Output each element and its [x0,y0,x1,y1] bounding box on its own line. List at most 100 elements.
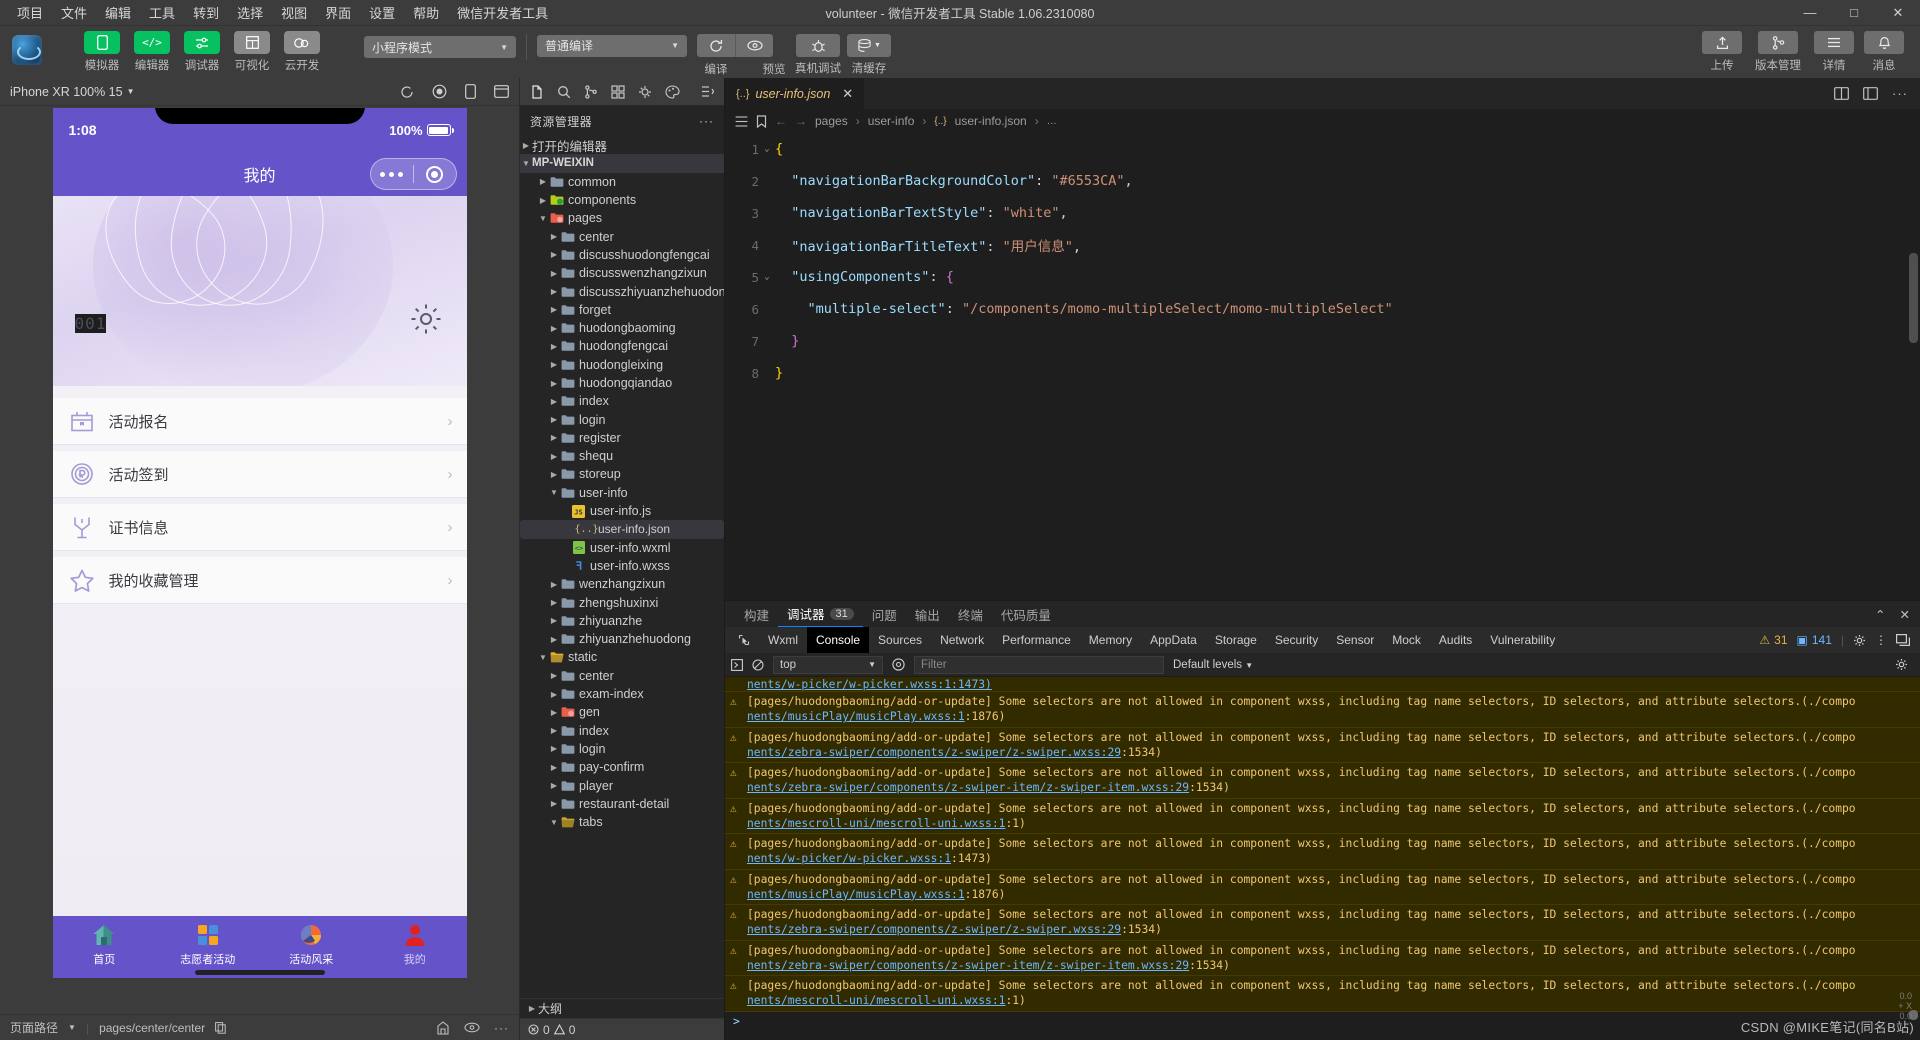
console-log-link[interactable]: nents/musicPlay/musicPlay.wxss:1 [747,888,965,901]
mode-select[interactable]: 小程序模式 ▼ [364,36,516,58]
console-log-link[interactable]: nents/zebra-swiper/components/z-swiper-i… [747,781,1189,794]
search-icon[interactable] [557,85,571,99]
outline-toggle-icon[interactable] [735,115,748,127]
tree-item-user-info.json[interactable]: {..} user-info.json [520,520,724,539]
inspector-tab-performance[interactable]: Performance [993,627,1080,653]
messages-button[interactable]: 消息 [1862,31,1906,73]
tab-volunteer-activity[interactable]: 志愿者活动 [156,923,260,967]
tree-item-login[interactable]: ▶ login [520,410,724,428]
source-control-icon[interactable] [584,84,598,99]
tree-open-editors[interactable]: ▶ 打开的编辑器 [520,136,724,154]
console-log-entry[interactable]: ⚠ [pages/huodongbaoming/add-or-update] So… [725,976,1920,1012]
tree-item-discusszhiyuanzhehuodong[interactable]: ▶ discusszhiyuanzhehuodong [520,282,724,300]
console-log-entry[interactable]: ⚠ [pages/huodongbaoming/add-or-update] So… [725,940,1920,976]
console-log-link[interactable]: nents/w-picker/w-picker.wxss:1 [747,852,951,865]
nav-back-icon[interactable]: ← [775,114,787,128]
inspector-tab-memory[interactable]: Memory [1080,627,1141,653]
log-levels-select[interactable]: Default levels ▼ [1173,659,1253,671]
console-log-link[interactable]: nents/w-picker/w-picker.wxss:1:1473) [747,678,992,691]
tab-code-quality[interactable]: 代码质量 [992,601,1060,627]
tree-item-player[interactable]: ▶ player [520,776,724,794]
tree-item-index[interactable]: ▶ index [520,722,724,740]
menu-item-view[interactable]: 视图 [272,0,316,25]
tree-item-login[interactable]: ▶ login [520,740,724,758]
menu-item-select[interactable]: 选择 [228,0,272,25]
tree-item-pay-confirm[interactable]: ▶ pay-confirm [520,758,724,776]
tree-item-tabs[interactable]: ▼ tabs [520,813,724,831]
dock-panel-icon[interactable] [1896,634,1910,646]
tree-item-pages[interactable]: ▼ pages [520,209,724,227]
close-panel-icon[interactable]: ✕ [1900,607,1910,622]
tree-item-user-info[interactable]: ▼ user-info [520,484,724,502]
clear-cache-button[interactable]: ▼ 清缓存 [847,34,891,76]
refresh-icon[interactable] [400,85,414,99]
warning-counter[interactable]: ⚠ 31 [1759,633,1787,647]
tree-item-wenzhangzixun[interactable]: ▶ wenzhangzixun [520,575,724,593]
compile-select[interactable]: 普通编译 ▼ [537,34,687,57]
tab-output[interactable]: 输出 [906,601,949,627]
inspector-tab-network[interactable]: Network [931,627,993,653]
inspector-tab-sensor[interactable]: Sensor [1327,627,1383,653]
fold-toggle-icon[interactable]: ⌄ [759,272,775,282]
inspector-tab-console[interactable]: Console [807,627,870,653]
bookmark-icon[interactable] [756,114,767,128]
list-item[interactable]: 我的收藏管理 › [52,557,467,604]
tree-item-center[interactable]: ▶ center [520,227,724,245]
simulator-toggle-button[interactable]: 模拟器 [80,31,124,73]
collapse-panel-icon[interactable]: ⌃ [1875,607,1885,622]
cloud-toggle-button[interactable]: 云开发 [280,31,324,73]
compile-button[interactable] [697,34,735,57]
minimize-button[interactable]: — [1788,0,1832,26]
tree-item-user-info.wxss[interactable]: ꟻ user-info.wxss [520,557,724,575]
tab-problems[interactable]: 问题 [863,601,906,627]
layout-editor-icon[interactable] [1863,87,1878,100]
inspector-tab-storage[interactable]: Storage [1206,627,1266,653]
info-counter[interactable]: ▣ 141 [1797,633,1832,647]
more-vertical-icon[interactable]: ⋮ [1875,633,1887,647]
debug-icon[interactable] [638,85,652,99]
gear-icon[interactable] [1853,634,1866,647]
tree-item-static[interactable]: ▼ static [520,648,724,666]
eye-icon[interactable] [464,1022,480,1033]
tree-item-common[interactable]: ▶ common [520,173,724,191]
console-log-link[interactable]: nents/mescroll-uni/mescroll-uni.wxss:1 [747,817,1005,830]
tree-item-zhiyuanzhe[interactable]: ▶ zhiyuanzhe [520,612,724,630]
tab-build[interactable]: 构建 [735,601,778,627]
editor-toggle-button[interactable]: </> 编辑器 [130,31,174,73]
console-log-link[interactable]: nents/zebra-swiper/components/z-swiper/z… [747,746,1121,759]
rotate-device-icon[interactable] [465,84,476,99]
console-log-entry[interactable]: ⚠ [pages/huodongbaoming/add-or-update] So… [725,834,1920,870]
menu-item-project[interactable]: 项目 [8,0,52,25]
tab-debugger[interactable]: 调试器 31 [778,601,863,627]
upload-button[interactable]: 上传 [1700,31,1744,73]
tree-item-center[interactable]: ▶ center [520,667,724,685]
tree-item-user-info.js[interactable]: JS user-info.js [520,502,724,520]
breadcrumb-item-more[interactable]: … [1047,116,1057,127]
problems-status[interactable]: 0 0 [520,1018,724,1040]
menu-item-goto[interactable]: 转到 [184,0,228,25]
tree-item-zhiyuanzhehuodong[interactable]: ▶ zhiyuanzhehuodong [520,630,724,648]
explorer-more-icon[interactable]: ··· [699,114,714,128]
console-log-entry[interactable]: nents/w-picker/w-picker.wxss:1:1473) [725,677,1920,692]
more-options-icon[interactable]: ··· [494,1021,509,1035]
chevron-down-icon[interactable]: ▼ [68,1023,76,1032]
visualization-toggle-button[interactable]: 可视化 [230,31,274,73]
tab-terminal[interactable]: 终端 [949,601,992,627]
split-panel-icon[interactable] [701,85,714,98]
tab-home[interactable]: 首页 [53,923,157,967]
tree-item-huodongleixing[interactable]: ▶ huodongleixing [520,356,724,374]
settings-gear-icon[interactable] [409,302,443,336]
palette-icon[interactable] [665,84,680,99]
console-log-list[interactable]: nents/w-picker/w-picker.wxss:1:1473) ⚠ [pa… [725,677,1920,1040]
inspect-element-icon[interactable] [729,627,759,653]
files-icon[interactable] [530,84,544,99]
inspector-tab-vulnerability[interactable]: Vulnerability [1481,627,1564,653]
preview-button[interactable] [735,34,773,57]
execute-icon[interactable] [731,658,743,671]
inspector-tab-audits[interactable]: Audits [1430,627,1481,653]
console-log-link[interactable]: nents/mescroll-uni/mescroll-uni.wxss:1 [747,994,1005,1007]
tree-item-user-info.wxml[interactable]: <> user-info.wxml [520,539,724,557]
debugger-toggle-button[interactable]: 调试器 [180,31,224,73]
tree-item-exam-index[interactable]: ▶ exam-index [520,685,724,703]
console-filter-input[interactable]: Filter [914,655,1164,674]
